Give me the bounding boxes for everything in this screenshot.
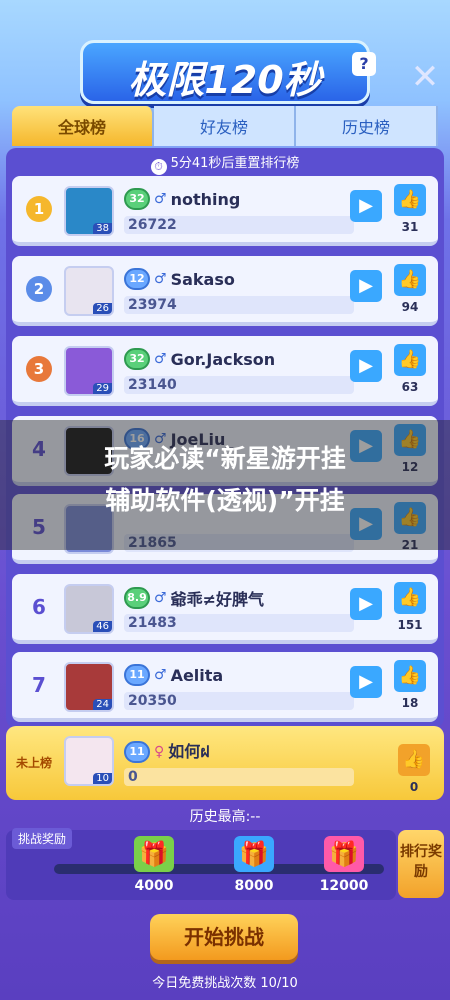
video-replay-icon[interactable]: ▶	[350, 666, 382, 698]
avatar[interactable]: 10	[64, 736, 114, 786]
list-item: 6 46 8.9 ♂ 爺乖≠好脾气 21483 ▶ 👍 151	[12, 574, 438, 644]
level-badge: 26	[93, 303, 112, 314]
video-replay-icon[interactable]: ▶	[350, 588, 382, 620]
clock-icon: ⏱	[150, 159, 167, 175]
video-replay-icon[interactable]: ▶	[350, 350, 382, 382]
challenge-reward: 挑战奖励 🎁 🎁 🎁 4000 8000 12000	[6, 828, 396, 900]
video-replay-icon[interactable]: ▶	[350, 270, 382, 302]
rank-badge: 12	[124, 268, 150, 290]
like-count: 31	[401, 220, 419, 234]
female-icon: ♀	[154, 743, 165, 760]
rank-badge: 8.9	[124, 587, 150, 609]
rank-number: 7	[32, 673, 46, 697]
overlay-banner: 玩家必读“新星游开挂 辅助软件(透视)”开挂	[0, 420, 450, 550]
rank-badge: 32	[124, 188, 150, 210]
list-item: 2 26 12 ♂ Sakaso 23974 ▶ 👍 94	[12, 256, 438, 326]
video-replay-icon[interactable]: ▶	[350, 190, 382, 222]
rank-medal: 3	[26, 356, 52, 382]
like-count: 63	[401, 380, 419, 394]
score: 20350	[124, 692, 354, 710]
history-best: 历史最高:--	[189, 809, 261, 825]
close-button[interactable]: ✕	[408, 60, 442, 94]
rank-badge: 11	[124, 740, 150, 763]
help-icon[interactable]: ?	[352, 52, 376, 76]
username: 爺乖≠好脾气	[170, 590, 264, 609]
male-icon: ♂	[154, 590, 167, 606]
banner-line-2: 辅助软件(透视)”开挂	[105, 486, 345, 515]
like-icon[interactable]: 👍	[394, 660, 426, 692]
like-icon[interactable]: 👍	[394, 184, 426, 216]
score: 26722	[124, 216, 354, 234]
username: 如何ฝ	[168, 742, 210, 761]
level-badge: 24	[93, 699, 112, 710]
username: nothing	[170, 189, 241, 209]
like-count: 18	[401, 696, 419, 710]
avatar[interactable]: 29	[64, 346, 114, 396]
level-badge: 46	[93, 621, 112, 632]
leaderboard-tabs: 全球榜 好友榜 历史榜	[12, 106, 438, 146]
my-rank-label: 未上榜	[16, 756, 53, 770]
level-badge: 10	[93, 773, 112, 784]
start-challenge-button[interactable]: 开始挑战	[150, 914, 298, 960]
gift-icon[interactable]: 🎁	[324, 836, 364, 872]
rank-medal: 1	[26, 196, 52, 222]
avatar[interactable]: 24	[64, 662, 114, 712]
tab-friends[interactable]: 好友榜	[154, 106, 296, 146]
male-icon: ♂	[154, 351, 167, 367]
banner-line-1: 玩家必读“新星游开挂	[104, 444, 346, 473]
score: 0	[124, 768, 354, 786]
male-icon: ♂	[154, 271, 167, 287]
like-count: 0	[409, 780, 419, 794]
username: Sakaso	[170, 269, 235, 289]
like-count: 94	[401, 300, 419, 314]
reward-value: 4000	[134, 878, 174, 894]
tab-global[interactable]: 全球榜	[12, 106, 154, 146]
rank-badge: 32	[124, 348, 150, 370]
gift-icon[interactable]: 🎁	[134, 836, 174, 872]
male-icon: ♂	[154, 667, 167, 683]
male-icon: ♂	[154, 191, 167, 207]
username: Gor.Jackson	[170, 349, 276, 369]
like-icon[interactable]: 👍	[398, 744, 430, 776]
like-icon[interactable]: 👍	[394, 582, 426, 614]
rank-medal: 2	[26, 276, 52, 302]
avatar[interactable]: 46	[64, 584, 114, 634]
reset-text: 5分41秒后重置排行榜	[170, 156, 300, 171]
rank-reward-button[interactable]: 排行奖励	[398, 830, 444, 898]
tab-history[interactable]: 历史榜	[296, 106, 438, 146]
reward-title: 挑战奖励	[12, 828, 73, 849]
like-icon[interactable]: 👍	[394, 264, 426, 296]
rank-badge: 11	[124, 664, 150, 686]
list-item: 7 24 11 ♂ Aelita 20350 ▶ 👍 18	[12, 652, 438, 722]
score: 21483	[124, 614, 354, 632]
username: Aelita	[170, 665, 224, 685]
rank-number: 6	[32, 595, 46, 619]
title-bar: 极限120秒	[80, 40, 370, 104]
like-count: 151	[397, 618, 423, 632]
my-rank-row: 未上榜 10 11 ♀ 如何ฝ 0 👍 0	[6, 726, 444, 800]
score: 23974	[124, 296, 354, 314]
list-item: 3 29 32 ♂ Gor.Jackson 23140 ▶ 👍 63	[12, 336, 438, 406]
list-item: 1 38 32 ♂ nothing 26722 ▶ 👍 31	[12, 176, 438, 246]
page-title: 极限120秒	[128, 58, 322, 102]
level-badge: 29	[93, 383, 112, 394]
avatar[interactable]: 38	[64, 186, 114, 236]
gift-icon[interactable]: 🎁	[234, 836, 274, 872]
reward-value: 8000	[234, 878, 274, 894]
score: 23140	[124, 376, 354, 394]
like-icon[interactable]: 👍	[394, 344, 426, 376]
reward-value: 12000	[319, 878, 369, 894]
daily-free-count: 今日免费挑战次数 10/10	[152, 976, 298, 991]
reset-timer: ⏱ 5分41秒后重置排行榜	[0, 152, 450, 175]
level-badge: 38	[93, 223, 112, 234]
avatar[interactable]: 26	[64, 266, 114, 316]
